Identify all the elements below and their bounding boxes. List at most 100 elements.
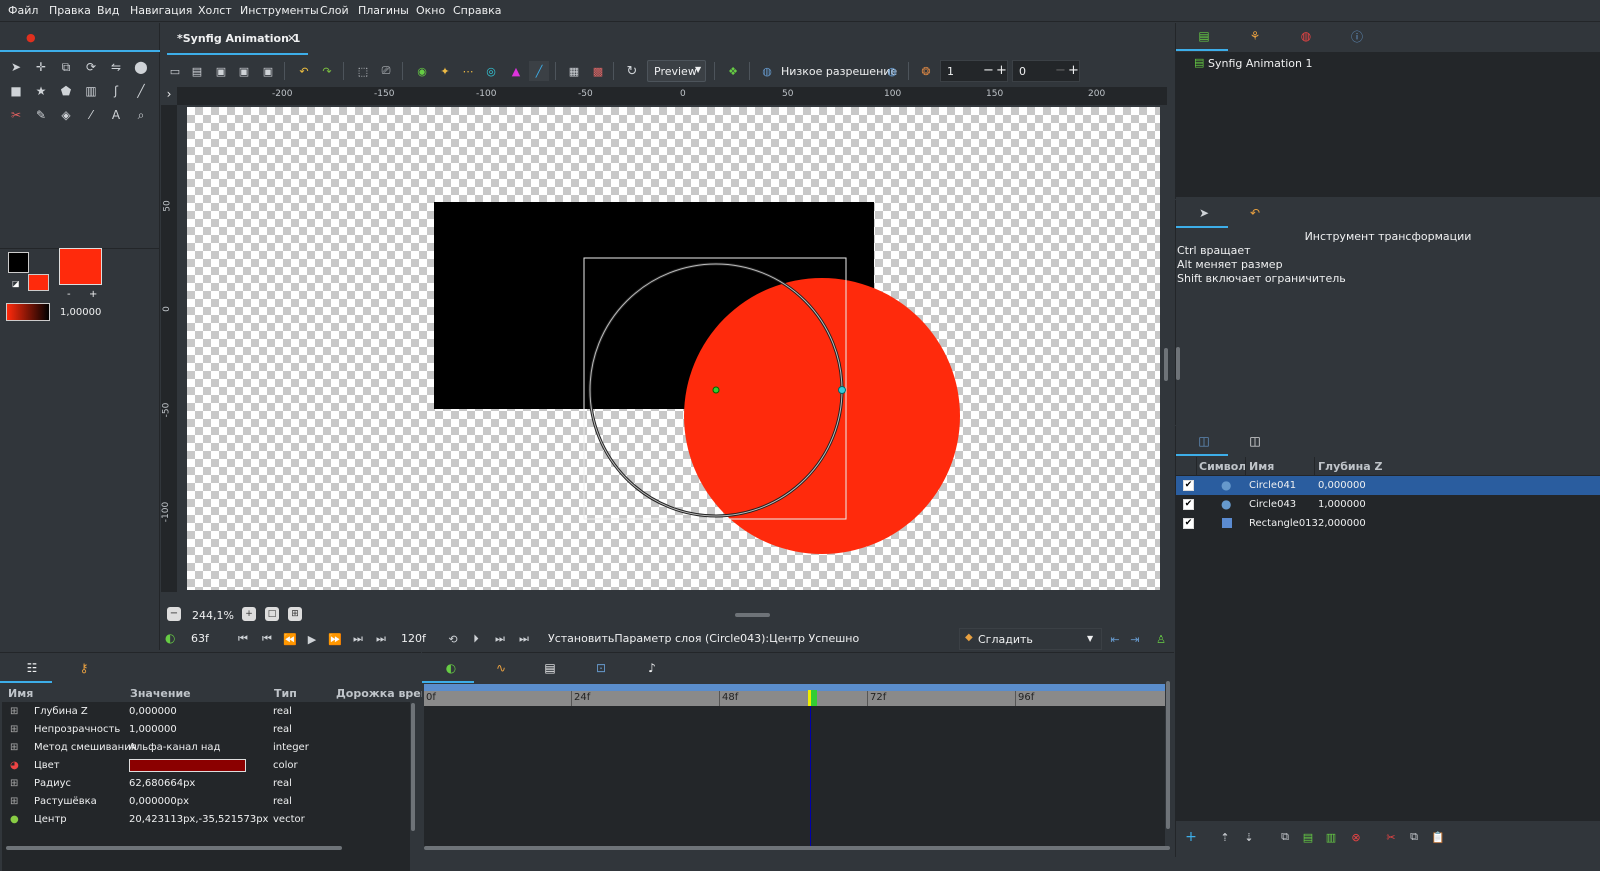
- layers-tab-icon[interactable]: ◫: [1194, 432, 1214, 450]
- timetrack-area[interactable]: [424, 706, 1165, 847]
- redo-icon[interactable]: ↷: [317, 61, 337, 81]
- sets-tab-icon[interactable]: ◫: [1245, 432, 1265, 450]
- splitter-handle[interactable]: [1176, 347, 1180, 380]
- cut-icon[interactable]: ✂: [1381, 827, 1401, 847]
- plus-icon[interactable]: +: [996, 63, 1007, 78]
- menu-help[interactable]: Справка: [453, 4, 501, 17]
- render-icon[interactable]: ⬚: [353, 61, 373, 81]
- scale-tool-icon[interactable]: ⧉: [56, 57, 76, 77]
- show-tangent-icon[interactable]: ⋯: [458, 61, 478, 81]
- curves-tab-icon[interactable]: ∿: [491, 659, 511, 677]
- timetrack-tab-icon[interactable]: ◐: [441, 659, 461, 677]
- eyedropper-tool-icon[interactable]: ⁄: [81, 105, 101, 125]
- onion-past-spin[interactable]: 1 − +: [940, 60, 1008, 82]
- show-bone-icon[interactable]: ╱: [529, 61, 549, 81]
- minus-icon[interactable]: −: [983, 63, 994, 78]
- layer-row[interactable]: ✔ ● Circle041 0,000000: [1176, 476, 1600, 495]
- duplicate-layer-icon[interactable]: ⧉: [1275, 827, 1295, 847]
- radius-handle[interactable]: [838, 386, 846, 394]
- raise-layer-icon[interactable]: ⇡: [1215, 827, 1235, 847]
- draw-tool-icon[interactable]: ╱: [131, 81, 151, 101]
- low-res-icon[interactable]: ◍: [757, 61, 777, 81]
- param-row[interactable]: ● Центр 20,423113px,-35,521573px vector: [2, 811, 410, 829]
- col-value[interactable]: Значение: [130, 687, 191, 700]
- canvas-item[interactable]: Synfig Animation 1: [1208, 57, 1312, 70]
- rotate-tool-icon[interactable]: ⟳: [81, 57, 101, 77]
- param-value[interactable]: 0,000000: [129, 706, 177, 717]
- params-scrollbar[interactable]: [411, 703, 415, 831]
- zoom-tool-icon[interactable]: ⌕: [131, 105, 151, 125]
- spline-tool-icon[interactable]: ʃ: [106, 81, 126, 101]
- navigator-tab-icon[interactable]: ⚘: [1245, 27, 1265, 45]
- keyframe-lock-icon[interactable]: ◐: [165, 631, 181, 647]
- zoom-out-icon[interactable]: −: [167, 607, 181, 621]
- current-frame-field[interactable]: 63f: [191, 632, 209, 645]
- animation-mode-toggle-icon[interactable]: ♙: [1151, 629, 1171, 649]
- col-symbol[interactable]: Символ: [1199, 460, 1246, 473]
- menu-view[interactable]: Вид: [97, 4, 119, 17]
- reset-colors-icon[interactable]: ◪: [12, 279, 20, 288]
- gradient-tool-icon[interactable]: ▥: [81, 81, 101, 101]
- circle-tool-icon[interactable]: ⬤: [131, 57, 151, 77]
- param-row[interactable]: ⊞ Радиус 62,680664px real: [2, 775, 410, 793]
- show-handles-icon[interactable]: ◉: [412, 61, 432, 81]
- fill-tool-icon[interactable]: ◈: [56, 105, 76, 125]
- background-rendering-icon[interactable]: ❖: [723, 61, 743, 81]
- tool-options-tab-icon[interactable]: ➤: [1194, 204, 1214, 222]
- undo-icon[interactable]: ↶: [294, 61, 314, 81]
- new-layer-icon[interactable]: +: [1181, 827, 1201, 847]
- center-handle[interactable]: [712, 386, 720, 394]
- zoom-in-icon[interactable]: +: [242, 607, 256, 621]
- bounds-begin-icon[interactable]: ⏭: [490, 629, 510, 649]
- horizontal-scrollbar[interactable]: [735, 613, 770, 617]
- col-type[interactable]: Тип: [274, 687, 297, 700]
- timetrack-scrollbar[interactable]: [1166, 681, 1170, 829]
- size-decrease-button[interactable]: -: [67, 289, 71, 300]
- bounds-end-icon[interactable]: ⏭: [514, 629, 534, 649]
- vertical-scrollbar[interactable]: [1164, 348, 1168, 381]
- document-tab[interactable]: *Synfig Animation 1 ✕: [167, 23, 308, 55]
- color-value-swatch[interactable]: [129, 759, 246, 772]
- snap-grid-icon[interactable]: ▩: [588, 61, 608, 81]
- decrease-res-icon[interactable]: ◍: [882, 61, 902, 81]
- save-all-icon[interactable]: ▣: [258, 61, 278, 81]
- library-tab-icon[interactable]: ⊡: [591, 659, 611, 677]
- work-area[interactable]: [177, 105, 1168, 592]
- menu-file[interactable]: Файл: [8, 4, 38, 17]
- rectangle-tool-icon[interactable]: ■: [6, 81, 26, 101]
- history-tab-icon[interactable]: ↶: [1245, 204, 1265, 222]
- copy-icon[interactable]: ⧉: [1404, 827, 1424, 847]
- col-timetrack[interactable]: Дорожка врем: [336, 687, 430, 700]
- render-mode-select[interactable]: Preview ▼: [647, 60, 706, 82]
- menu-tools[interactable]: Инструменты: [240, 4, 319, 17]
- lower-layer-icon[interactable]: ⇣: [1239, 827, 1259, 847]
- mirror-tool-icon[interactable]: ⇋: [106, 57, 126, 77]
- default-gradient-swatch[interactable]: [6, 303, 50, 321]
- menu-plugins[interactable]: Плагины: [358, 4, 409, 17]
- keyframes-tab-icon[interactable]: ▤: [540, 659, 560, 677]
- grid-icon[interactable]: ▦: [564, 61, 584, 81]
- col-layer-name[interactable]: Имя: [1249, 460, 1274, 473]
- close-tab-icon[interactable]: ✕: [287, 32, 296, 45]
- seek-next-keyframe-icon[interactable]: ⏭: [348, 629, 368, 649]
- menu-canvas[interactable]: Холст: [198, 4, 232, 17]
- save-icon[interactable]: ▣: [211, 61, 231, 81]
- info-tab-icon[interactable]: ⓘ: [1347, 27, 1367, 45]
- layer-visibility-checkbox[interactable]: ✔: [1183, 518, 1194, 529]
- save-as-icon[interactable]: ▣: [234, 61, 254, 81]
- group-layer-icon[interactable]: ▤: [1298, 827, 1318, 847]
- low-resolution-label[interactable]: Низкое разрешение: [781, 65, 897, 78]
- info-navigator-icon[interactable]: ◍: [1296, 27, 1316, 45]
- toolbox-tab-icon[interactable]: ●: [26, 31, 38, 44]
- layer-row[interactable]: ✔ ● Circle043 1,000000: [1176, 495, 1600, 514]
- layer-name[interactable]: Rectangle013: [1249, 518, 1318, 529]
- show-radius-icon[interactable]: ◎: [481, 61, 501, 81]
- brush-size-preview[interactable]: [59, 248, 102, 285]
- star-tool-icon[interactable]: ★: [31, 81, 51, 101]
- menu-navigation[interactable]: Навигация: [130, 4, 192, 17]
- seek-end-icon[interactable]: ⏭: [371, 629, 391, 649]
- cutout-tool-icon[interactable]: ✂: [6, 105, 26, 125]
- layer-row[interactable]: ✔ Rectangle013 2,000000: [1176, 514, 1600, 533]
- seek-next-frame-icon[interactable]: ⏩: [325, 629, 345, 649]
- outline-color-swatch[interactable]: [8, 252, 29, 273]
